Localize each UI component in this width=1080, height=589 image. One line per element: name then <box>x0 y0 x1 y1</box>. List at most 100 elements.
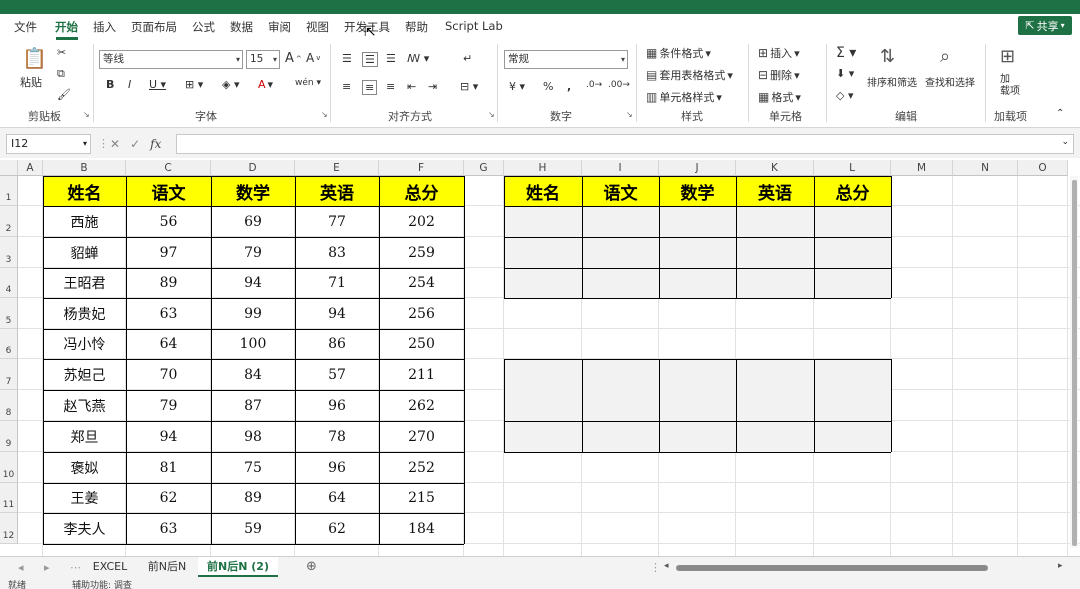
result-header-cell[interactable]: 语文 <box>582 176 659 206</box>
row-header[interactable]: 9 <box>0 421 18 452</box>
table-cell[interactable]: 81 <box>126 452 211 483</box>
table-cell[interactable]: 215 <box>379 483 464 513</box>
cut-icon[interactable]: ✂ <box>57 46 66 59</box>
cancel-icon[interactable]: ✕ <box>110 137 120 151</box>
orientation-icon[interactable]: ꟿ ▾ <box>407 52 429 65</box>
table-cell[interactable]: 褒姒 <box>43 452 126 483</box>
table-header-cell[interactable]: 英语 <box>295 176 379 206</box>
align-left-icon[interactable]: ≡ <box>342 80 351 93</box>
menu-script-lab[interactable]: Script Lab <box>445 19 503 33</box>
table-cell[interactable]: 99 <box>211 298 295 329</box>
table-cell[interactable]: 77 <box>295 206 379 237</box>
addins-button[interactable]: 加 载项 <box>1000 74 1020 98</box>
table-cell[interactable]: 202 <box>379 206 464 237</box>
table-cell[interactable]: 64 <box>295 483 379 513</box>
name-box[interactable]: I12 ▾ <box>6 134 91 154</box>
row-header[interactable]: 3 <box>0 237 18 268</box>
align-top-icon[interactable]: ☰ <box>342 52 352 65</box>
addins-icon[interactable]: ⊞ <box>1000 46 1015 67</box>
column-header[interactable]: K <box>736 160 814 176</box>
comma-icon[interactable]: , <box>567 80 571 93</box>
result-header-cell[interactable]: 姓名 <box>504 176 582 206</box>
next-sheet-icon[interactable]: ▸ <box>44 561 50 574</box>
table-cell[interactable]: 郑旦 <box>43 421 126 452</box>
add-sheet-icon[interactable]: ⊕ <box>306 559 317 574</box>
percent-icon[interactable]: % <box>543 80 553 93</box>
table-cell[interactable]: 71 <box>295 268 379 298</box>
dialog-launcher-icon[interactable]: ↘ <box>626 110 633 119</box>
sheet-tab-top-n-2[interactable]: 前N后N (2) <box>198 557 278 577</box>
autosum-icon[interactable]: Σ ▾ <box>836 45 856 61</box>
table-cell[interactable]: 94 <box>126 421 211 452</box>
table-cell[interactable]: 184 <box>379 513 464 544</box>
table-cell[interactable]: 100 <box>211 329 295 359</box>
menu-file[interactable]: 文件 <box>14 19 37 35</box>
row-header[interactable]: 1 <box>0 176 18 206</box>
increase-font-icon[interactable]: A ^ <box>285 51 302 66</box>
decrease-decimal-icon[interactable]: .00→ <box>608 80 630 90</box>
table-cell[interactable]: 62 <box>295 513 379 544</box>
phonetic-icon[interactable]: wén ▾ <box>295 78 321 88</box>
border-icon[interactable]: ⊞ ▾ <box>185 78 203 91</box>
table-cell[interactable]: 211 <box>379 359 464 390</box>
table-cell[interactable]: 83 <box>295 237 379 268</box>
table-cell[interactable]: 89 <box>126 268 211 298</box>
dialog-launcher-icon[interactable]: ↘ <box>321 110 328 119</box>
check-icon[interactable]: ✓ <box>130 137 140 151</box>
align-center-icon[interactable]: ≡ <box>362 80 378 95</box>
font-name-dropdown[interactable]: 等线 ▾ <box>99 50 243 69</box>
column-header[interactable]: L <box>814 160 891 176</box>
table-cell[interactable]: 70 <box>126 359 211 390</box>
column-header[interactable]: F <box>379 160 464 176</box>
table-cell[interactable]: 王昭君 <box>43 268 126 298</box>
menu-help[interactable]: 帮助 <box>405 19 428 35</box>
table-header-cell[interactable]: 数学 <box>211 176 295 206</box>
table-cell[interactable]: 75 <box>211 452 295 483</box>
table-cell[interactable]: 84 <box>211 359 295 390</box>
currency-icon[interactable]: ¥ ▾ <box>509 80 525 93</box>
clear-icon[interactable]: ◇ ▾ <box>836 89 853 102</box>
conditional-format-button[interactable]: ▦ 条件格式 ▾ <box>646 45 711 61</box>
table-cell[interactable]: 西施 <box>43 206 126 237</box>
table-header-cell[interactable]: 语文 <box>126 176 211 206</box>
column-header[interactable]: A <box>18 160 43 176</box>
column-header[interactable]: G <box>464 160 504 176</box>
table-cell[interactable]: 94 <box>295 298 379 329</box>
table-cell[interactable]: 98 <box>211 421 295 452</box>
sheet-tab-excel[interactable]: EXCEL <box>84 557 136 577</box>
menu-page-layout[interactable]: 页面布局 <box>131 19 177 35</box>
row-header[interactable]: 4 <box>0 268 18 298</box>
table-cell[interactable]: 96 <box>295 452 379 483</box>
share-button[interactable]: ⇱ 共享 ▾ <box>1018 16 1072 35</box>
dialog-launcher-icon[interactable]: ↘ <box>83 110 90 119</box>
copy-icon[interactable]: ⧉ <box>57 67 65 81</box>
table-cell[interactable]: 254 <box>379 268 464 298</box>
table-cell[interactable]: 250 <box>379 329 464 359</box>
table-cell[interactable]: 79 <box>211 237 295 268</box>
result-cell-block[interactable] <box>504 359 891 452</box>
table-cell[interactable]: 杨贵妃 <box>43 298 126 329</box>
table-cell[interactable]: 252 <box>379 452 464 483</box>
table-cell[interactable]: 69 <box>211 206 295 237</box>
column-header[interactable]: J <box>659 160 736 176</box>
spreadsheet-grid[interactable]: ABCDEFGHIJKLMNO 1 2 3 4 5 6 7 8 9 10 11 12 姓名 语文 数学 英语… <box>0 160 1080 556</box>
increase-decimal-icon[interactable]: .0→ <box>586 80 602 90</box>
sheet-tab-top-n[interactable]: 前N后N <box>138 557 196 577</box>
table-format-button[interactable]: ▤ 套用表格格式 ▾ <box>646 67 733 83</box>
result-header-cell[interactable]: 英语 <box>736 176 814 206</box>
table-header-cell[interactable]: 姓名 <box>43 176 126 206</box>
collapse-ribbon-icon[interactable]: ⌃ <box>1056 108 1064 119</box>
menu-data[interactable]: 数据 <box>230 19 253 35</box>
more-sheets-icon[interactable]: ⋯ <box>70 561 81 574</box>
paste-button[interactable]: 粘贴 <box>20 74 42 90</box>
sort-filter-button[interactable]: 排序和筛选 <box>867 74 917 89</box>
table-cell[interactable]: 57 <box>295 359 379 390</box>
row-header[interactable]: 8 <box>0 390 18 421</box>
row-header[interactable]: 12 <box>0 513 18 544</box>
table-cell[interactable]: 89 <box>211 483 295 513</box>
table-cell[interactable]: 63 <box>126 298 211 329</box>
format-cells-button[interactable]: ▦ 格式 ▾ <box>758 89 801 105</box>
table-cell[interactable]: 貂蝉 <box>43 237 126 268</box>
insert-cells-button[interactable]: ⊞ 插入 ▾ <box>758 45 800 61</box>
table-cell[interactable]: 259 <box>379 237 464 268</box>
